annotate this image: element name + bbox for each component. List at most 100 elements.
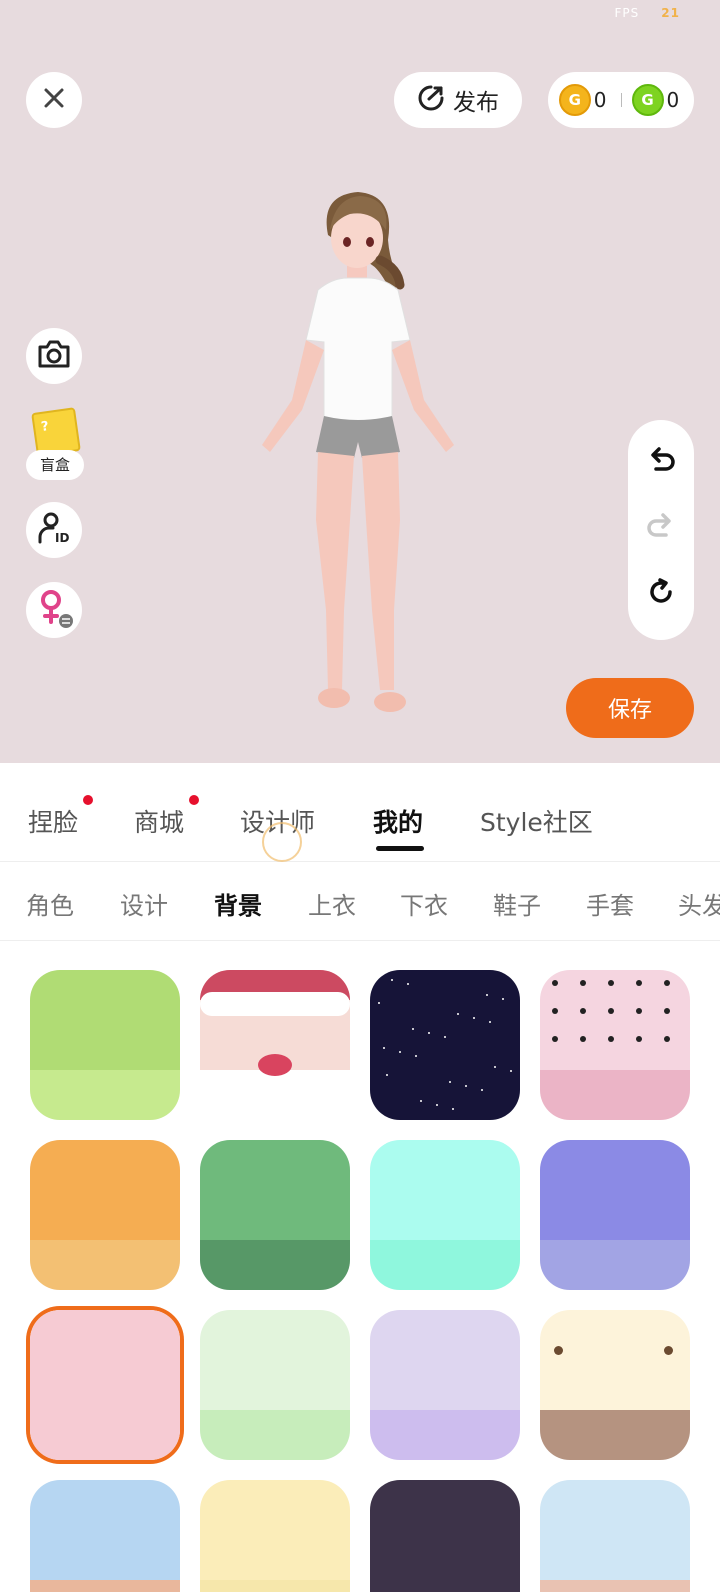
tile-lower <box>370 1580 520 1592</box>
star-dot <box>481 1089 483 1091</box>
heart-dot <box>552 1036 558 1042</box>
divider <box>620 93 622 107</box>
star-dot <box>415 1055 417 1057</box>
tile-lower <box>30 1410 180 1460</box>
subtab-design[interactable]: 设计 <box>120 886 168 921</box>
tile-upper <box>30 970 180 1070</box>
background-tile-palace[interactable] <box>30 1480 180 1592</box>
tile-upper <box>370 1310 520 1410</box>
background-tile-mint[interactable] <box>370 1140 520 1290</box>
heart-dot <box>608 1008 614 1014</box>
background-tile-pink[interactable] <box>30 1310 180 1460</box>
star-dot <box>502 998 504 1000</box>
tile-upper <box>370 970 520 1070</box>
svg-text:ID: ID <box>55 531 69 545</box>
publish-button[interactable]: 发布 <box>394 72 522 128</box>
tile-upper <box>30 1310 180 1410</box>
subtab-shoes[interactable]: 鞋子 <box>493 886 541 921</box>
subtab-character[interactable]: 角色 <box>26 886 74 921</box>
green-coin-icon: G <box>631 84 664 116</box>
tab-face-badge <box>83 795 93 805</box>
background-tile-green[interactable] <box>30 970 180 1120</box>
blind-box-button[interactable]: 盲盒 <box>26 407 86 480</box>
character-stage[interactable]: FPS 21 发布 G 0 G 0 盲盒 ID <box>0 0 720 763</box>
background-tile-light-green-stars[interactable] <box>200 1310 350 1460</box>
tab-mine[interactable]: 我的 <box>373 803 423 839</box>
subtab-hair[interactable]: 头发 <box>678 886 720 921</box>
background-tile-cream-face[interactable] <box>540 1310 690 1460</box>
subtab-tops[interactable]: 上衣 <box>308 886 356 921</box>
tile-upper <box>200 1310 350 1410</box>
star-dot <box>449 1081 451 1083</box>
gender-switch-button[interactable] <box>26 582 82 638</box>
star-dot <box>473 1017 475 1019</box>
tile-lower <box>540 1240 690 1290</box>
heart-dot <box>608 980 614 986</box>
santa-nose <box>258 1054 292 1076</box>
camera-button[interactable] <box>26 328 82 384</box>
tile-lower <box>540 1580 690 1592</box>
background-tile-santa[interactable] <box>200 970 350 1120</box>
active-tab-indicator <box>376 846 424 851</box>
background-tile-window-room[interactable] <box>540 1480 690 1592</box>
heart-dot <box>580 980 586 986</box>
background-tile-lavender-planets[interactable] <box>370 1310 520 1460</box>
tile-upper <box>30 1140 180 1240</box>
main-tab-bar: 捏脸 商城 设计师 我的 Style社区 <box>0 763 720 862</box>
3d-character[interactable] <box>240 190 480 730</box>
heart-dot <box>552 1008 558 1014</box>
heart-dot <box>580 1036 586 1042</box>
tile-lower <box>30 1070 180 1120</box>
tab-shop[interactable]: 商城 <box>134 803 184 839</box>
background-tile-green-snow[interactable] <box>200 1140 350 1290</box>
close-icon <box>42 86 66 114</box>
heart-dot <box>664 1008 670 1014</box>
background-tile-starry-night[interactable] <box>370 970 520 1120</box>
heart-dot <box>664 980 670 986</box>
heart-dot <box>664 1036 670 1042</box>
currency-balance[interactable]: G 0 G 0 <box>548 72 694 128</box>
tile-upper <box>540 1480 690 1580</box>
subtab-gloves[interactable]: 手套 <box>586 886 634 921</box>
user-id-icon: ID <box>37 511 71 549</box>
star-dot <box>510 1070 512 1072</box>
subtab-bottoms[interactable]: 下衣 <box>400 886 448 921</box>
save-button[interactable]: 保存 <box>566 678 694 738</box>
star-dot <box>375 975 377 977</box>
background-tile-purple[interactable] <box>540 1140 690 1290</box>
publish-label: 发布 <box>453 90 499 116</box>
star-dot <box>436 1104 438 1106</box>
green-coin-value: 0 <box>666 88 680 112</box>
background-tile-pink-hearts[interactable] <box>540 970 690 1120</box>
tile-upper <box>30 1480 180 1580</box>
tile-lower <box>200 1070 350 1120</box>
santa-hat-fur <box>200 992 350 1016</box>
close-button[interactable] <box>26 72 82 128</box>
star-dot <box>378 1002 380 1004</box>
tile-lower <box>30 1240 180 1290</box>
tile-lower <box>540 1070 690 1120</box>
subtab-background[interactable]: 背景 <box>214 886 262 921</box>
reset-icon[interactable] <box>645 576 677 608</box>
background-tile-dark-purple[interactable] <box>370 1480 520 1592</box>
face-eye <box>664 1346 673 1355</box>
star-dot <box>465 1085 467 1087</box>
background-tile-yellow-stripes[interactable] <box>200 1480 350 1592</box>
redo-icon[interactable] <box>645 510 677 542</box>
background-tile-orange[interactable] <box>30 1140 180 1290</box>
star-dot <box>391 979 393 981</box>
star-dot <box>444 1036 446 1038</box>
tab-style-community[interactable]: Style社区 <box>480 803 593 839</box>
gold-coin-icon: G <box>558 84 591 116</box>
avatar-id-button[interactable]: ID <box>26 502 82 558</box>
gold-coin-value: 0 <box>593 88 607 112</box>
star-dot <box>399 1051 401 1053</box>
tile-upper <box>200 1140 350 1240</box>
star-dot <box>457 1013 459 1015</box>
tile-upper <box>540 1140 690 1240</box>
tab-shop-badge <box>189 795 199 805</box>
star-dot <box>386 1074 388 1076</box>
tab-face[interactable]: 捏脸 <box>28 803 78 839</box>
tile-lower <box>540 1410 690 1460</box>
undo-icon[interactable] <box>645 444 677 476</box>
